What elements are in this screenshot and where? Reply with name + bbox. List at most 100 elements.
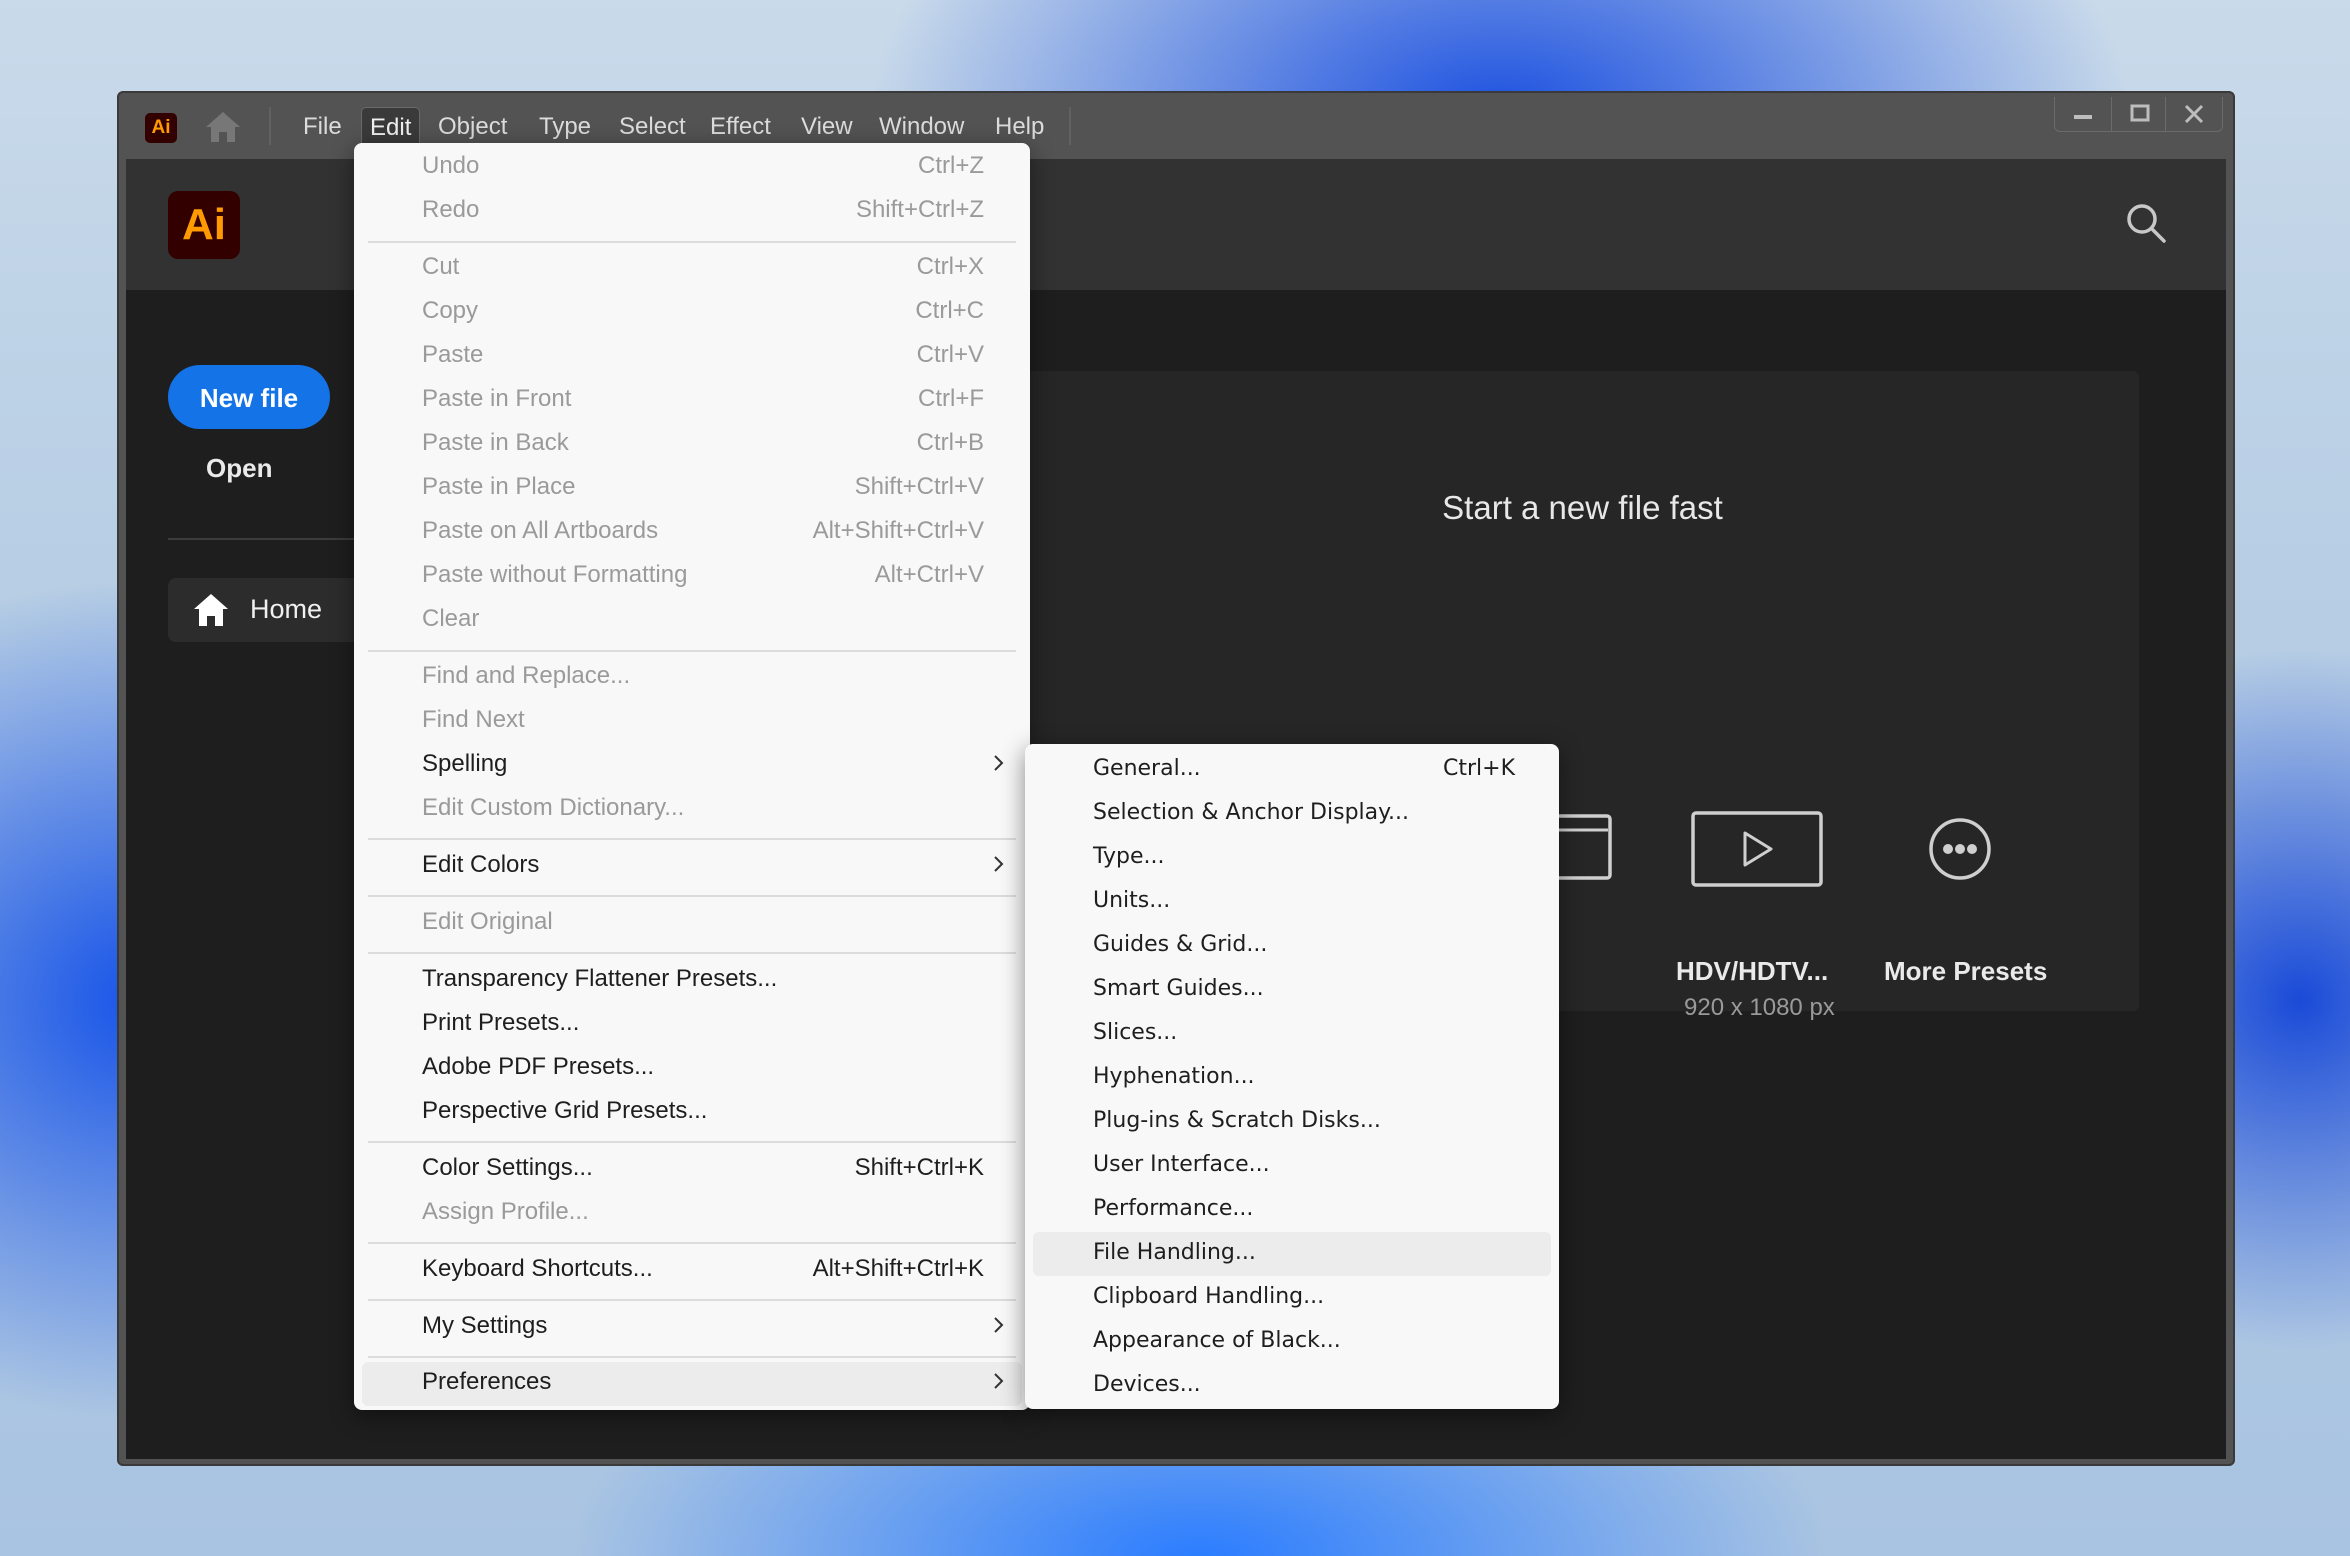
- menu-effect[interactable]: Effect: [702, 107, 779, 147]
- menu-item-transparency-flattener-presets[interactable]: Transparency Flattener Presets...: [354, 959, 1030, 1003]
- menu-item-label: Type...: [1093, 844, 1165, 869]
- menu-separator: [368, 1356, 1016, 1358]
- menu-item-edit-colors[interactable]: Edit Colors: [354, 845, 1030, 889]
- preset-label: HDV/HDTV...: [1676, 956, 1829, 986]
- pref-item-smart-guides[interactable]: Smart Guides...: [1025, 968, 1559, 1012]
- menu-item-label: Guides & Grid...: [1093, 932, 1268, 957]
- pref-item-appearance-of-black[interactable]: Appearance of Black...: [1025, 1320, 1559, 1364]
- close-button[interactable]: [2166, 97, 2221, 131]
- menu-item-shortcut: Shift+Ctrl+V: [854, 473, 984, 500]
- menu-item-my-settings[interactable]: My Settings: [354, 1306, 1030, 1350]
- menu-item-print-presets[interactable]: Print Presets...: [354, 1003, 1030, 1047]
- menu-item-perspective-grid-presets[interactable]: Perspective Grid Presets...: [354, 1091, 1030, 1135]
- menu-item-label: Selection & Anchor Display...: [1093, 800, 1409, 825]
- menu-type[interactable]: Type: [531, 107, 599, 147]
- menu-help[interactable]: Help: [987, 107, 1052, 147]
- home-icon: [194, 594, 228, 626]
- menu-item-shortcut: Alt+Shift+Ctrl+V: [812, 517, 984, 544]
- pref-item-guides-grid[interactable]: Guides & Grid...: [1025, 924, 1559, 968]
- window-controls: [2054, 97, 2223, 132]
- pref-item-hyphenation[interactable]: Hyphenation...: [1025, 1056, 1559, 1100]
- menu-item-label: Paste in Place: [422, 473, 576, 500]
- menu-item-color-settings[interactable]: Color Settings... Shift+Ctrl+K: [354, 1148, 1030, 1192]
- menu-item-shortcut: Alt+Ctrl+V: [874, 561, 984, 588]
- menu-separator: [368, 241, 1016, 243]
- menu-item-paste-in-back[interactable]: Paste in Back Ctrl+B: [354, 423, 1030, 467]
- pref-item-slices[interactable]: Slices...: [1025, 1012, 1559, 1056]
- home-icon[interactable]: [203, 109, 243, 145]
- minimize-button[interactable]: [2055, 97, 2110, 131]
- menu-view[interactable]: View: [793, 107, 861, 147]
- preset-size: 920 x 1080 px: [1684, 994, 1835, 1021]
- menu-item-paste-in-place[interactable]: Paste in Place Shift+Ctrl+V: [354, 467, 1030, 511]
- search-icon[interactable]: [2124, 201, 2168, 245]
- pref-item-performance[interactable]: Performance...: [1025, 1188, 1559, 1232]
- pref-item-units[interactable]: Units...: [1025, 880, 1559, 924]
- menu-item-edit-custom-dictionary[interactable]: Edit Custom Dictionary...: [354, 788, 1030, 832]
- menu-item-clear[interactable]: Clear: [354, 599, 1030, 643]
- menu-item-label: Perspective Grid Presets...: [422, 1097, 708, 1124]
- menu-object[interactable]: Object: [430, 107, 515, 147]
- menu-item-label: General...: [1093, 756, 1201, 781]
- pref-item-user-interface[interactable]: User Interface...: [1025, 1144, 1559, 1188]
- menu-item-shortcut: Shift+Ctrl+Z: [855, 196, 984, 223]
- menu-item-shortcut: Ctrl+K: [1442, 756, 1515, 781]
- menu-item-label: Hyphenation...: [1093, 1064, 1255, 1089]
- menu-item-label: Redo: [422, 196, 480, 223]
- menu-item-copy[interactable]: Copy Ctrl+C: [354, 291, 1030, 335]
- menu-item-shortcut: Ctrl+Z: [918, 152, 984, 179]
- menu-separator: [368, 1299, 1016, 1301]
- menu-separator: [368, 895, 1016, 897]
- menu-item-edit-original[interactable]: Edit Original: [354, 902, 1030, 946]
- menu-separator: [368, 1141, 1016, 1143]
- menu-item-label: Transparency Flattener Presets...: [422, 965, 778, 992]
- menu-item-label: Find and Replace...: [422, 662, 631, 689]
- maximize-button[interactable]: [2112, 97, 2167, 131]
- menu-select[interactable]: Select: [611, 107, 694, 147]
- menu-item-cut[interactable]: Cut Ctrl+X: [354, 247, 1030, 291]
- menu-item-label: Spelling: [422, 750, 508, 777]
- menu-item-redo[interactable]: Redo Shift+Ctrl+Z: [354, 190, 1030, 234]
- preset-hdv-hdtv[interactable]: [1691, 811, 1823, 887]
- menu-window[interactable]: Window: [871, 107, 972, 147]
- menu-item-find-next[interactable]: Find Next: [354, 700, 1030, 744]
- menu-item-preferences[interactable]: Preferences: [362, 1362, 1022, 1406]
- menu-item-shortcut: Ctrl+F: [918, 385, 984, 412]
- pref-item-clipboard-handling[interactable]: Clipboard Handling...: [1025, 1276, 1559, 1320]
- menu-item-keyboard-shortcuts[interactable]: Keyboard Shortcuts... Alt+Shift+Ctrl+K: [354, 1249, 1030, 1293]
- menu-item-paste-on-all-artboards[interactable]: Paste on All Artboards Alt+Shift+Ctrl+V: [354, 511, 1030, 555]
- pref-item-devices[interactable]: Devices...: [1025, 1364, 1559, 1408]
- menu-item-find-and-replace[interactable]: Find and Replace...: [354, 656, 1030, 700]
- sidebar-item-home[interactable]: Home: [168, 578, 378, 642]
- menu-item-label: Smart Guides...: [1093, 976, 1264, 1001]
- pref-item-selection-anchor-display[interactable]: Selection & Anchor Display...: [1025, 792, 1559, 836]
- preferences-submenu: General... Ctrl+K Selection & Anchor Disp…: [1025, 744, 1559, 1409]
- pref-item-type[interactable]: Type...: [1025, 836, 1559, 880]
- menu-item-label: Copy: [422, 297, 479, 324]
- menu-item-shortcut: Shift+Ctrl+K: [854, 1154, 984, 1181]
- menu-item-label: Edit Original: [422, 908, 553, 935]
- chevron-right-icon: [994, 755, 1004, 771]
- new-file-button[interactable]: New file: [168, 365, 330, 429]
- pref-item-file-handling[interactable]: File Handling...: [1033, 1232, 1551, 1276]
- menu-item-paste-without-formatting[interactable]: Paste without Formatting Alt+Ctrl+V: [354, 555, 1030, 599]
- menu-item-label: Paste in Front: [422, 385, 572, 412]
- menu-item-undo[interactable]: Undo Ctrl+Z: [354, 146, 1030, 190]
- more-icon: [1929, 818, 1991, 880]
- menu-item-label: Clipboard Handling...: [1093, 1284, 1325, 1309]
- menu-item-paste-in-front[interactable]: Paste in Front Ctrl+F: [354, 379, 1030, 423]
- menu-item-paste[interactable]: Paste Ctrl+V: [354, 335, 1030, 379]
- chevron-right-icon: [994, 1373, 1004, 1389]
- menu-item-label: Color Settings...: [422, 1154, 593, 1181]
- menu-separator: [368, 952, 1016, 954]
- pref-item-plugins-scratch-disks[interactable]: Plug-ins & Scratch Disks...: [1025, 1100, 1559, 1144]
- menu-item-assign-profile[interactable]: Assign Profile...: [354, 1192, 1030, 1236]
- menu-item-label: Devices...: [1093, 1372, 1201, 1397]
- more-presets-button[interactable]: [1928, 817, 1992, 881]
- pref-item-general[interactable]: General... Ctrl+K: [1025, 748, 1559, 792]
- open-button[interactable]: Open: [206, 453, 272, 484]
- menu-item-spelling[interactable]: Spelling: [354, 744, 1030, 788]
- menu-item-shortcut: Alt+Shift+Ctrl+K: [812, 1255, 984, 1282]
- menu-file[interactable]: File: [295, 107, 350, 147]
- menu-item-adobe-pdf-presets[interactable]: Adobe PDF Presets...: [354, 1047, 1030, 1091]
